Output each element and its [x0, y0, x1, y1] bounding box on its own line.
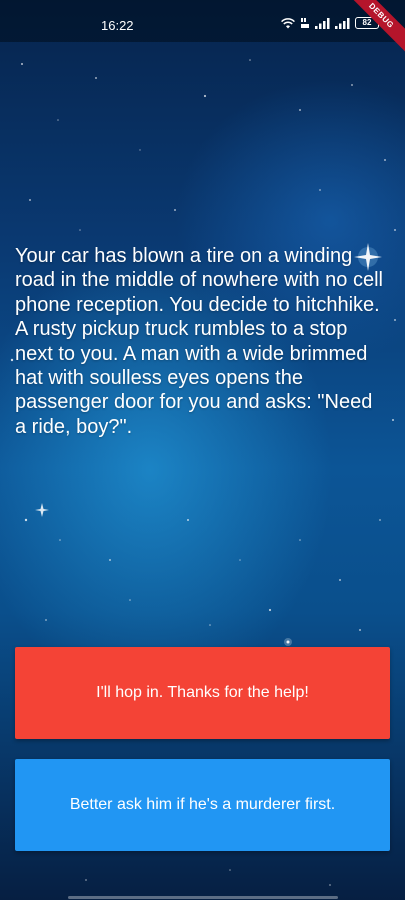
status-bar: 16:22 82: [0, 0, 405, 42]
volte-icon: [301, 18, 309, 28]
status-time: 16:22: [101, 18, 134, 33]
choice-hop-in-button[interactable]: I'll hop in. Thanks for the help!: [15, 647, 390, 739]
battery-level: 82: [362, 18, 372, 27]
signal-icon: [335, 17, 350, 29]
choice-ask-murderer-button[interactable]: Better ask him if he's a murderer first.: [15, 759, 390, 851]
small-star-icon: [35, 503, 49, 517]
story-text: Your car has blown a tire on a winding r…: [15, 245, 383, 438]
signal-icon: [315, 17, 330, 29]
story-screen: 16:22 82 DEBUG Your car has blown a tire…: [0, 0, 405, 900]
status-icons: 82: [281, 17, 382, 29]
home-indicator[interactable]: [68, 896, 338, 899]
wifi-icon: [281, 17, 295, 28]
